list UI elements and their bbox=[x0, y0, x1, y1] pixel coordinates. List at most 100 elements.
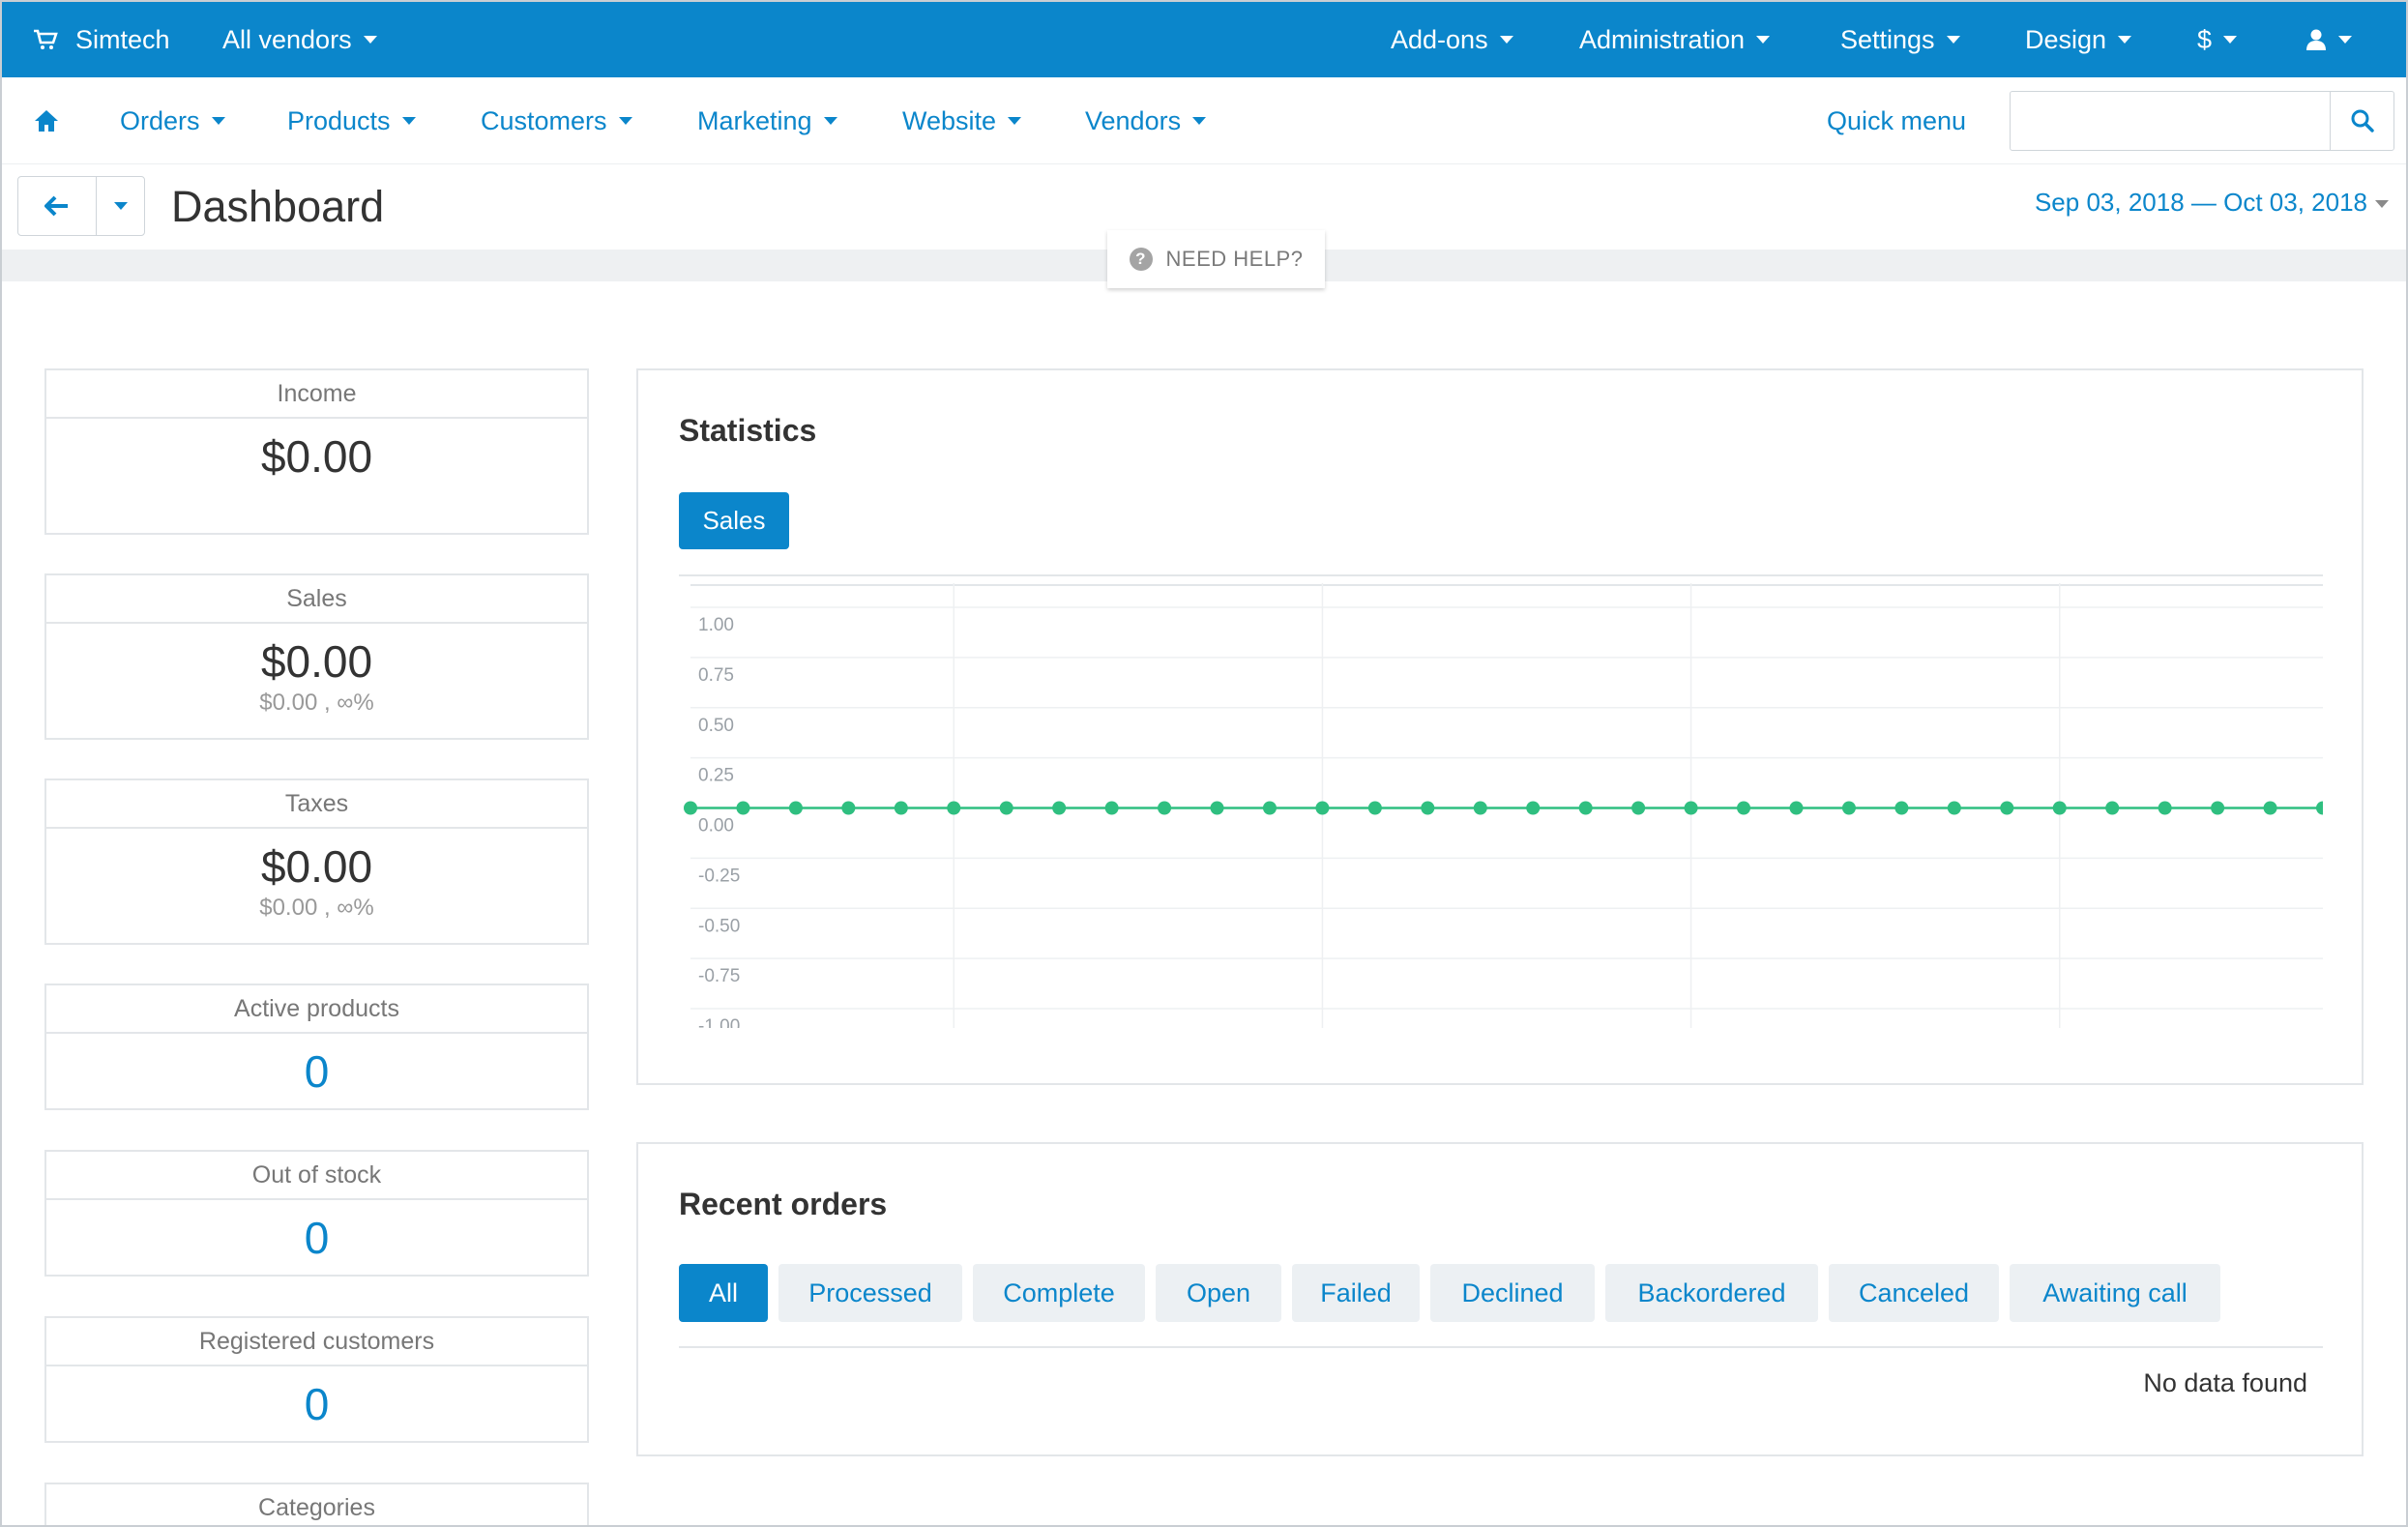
user-icon bbox=[2306, 29, 2326, 50]
question-icon: ? bbox=[1129, 248, 1153, 271]
sales-data-point bbox=[1104, 801, 1119, 815]
quick-menu-link[interactable]: Quick menu bbox=[1827, 77, 1966, 164]
categories-card: Categories bbox=[44, 1483, 589, 1525]
vendor-selector[interactable]: All vendors bbox=[222, 2, 377, 77]
need-help-button[interactable]: ? NEED HELP? bbox=[1107, 230, 1325, 288]
sales-data-point bbox=[1631, 801, 1646, 815]
nav-orders[interactable]: Orders bbox=[120, 77, 225, 164]
top-bar: Simtech All vendors Add-ons Administrati… bbox=[2, 2, 2406, 77]
filter-failed[interactable]: Failed bbox=[1292, 1264, 1420, 1322]
y-tick-label: -0.75 bbox=[698, 966, 740, 986]
date-range-picker[interactable]: Sep 03, 2018 — Oct 03, 2018 bbox=[2035, 188, 2389, 218]
search-icon bbox=[2351, 109, 2374, 132]
menu-design[interactable]: Design bbox=[2025, 2, 2132, 77]
sales-data-point bbox=[947, 801, 961, 815]
brand-link[interactable]: Simtech bbox=[33, 2, 170, 77]
search-button[interactable] bbox=[2330, 92, 2393, 150]
chevron-down-icon bbox=[823, 117, 837, 125]
recent-orders-title: Recent orders bbox=[679, 1187, 888, 1221]
home-icon bbox=[35, 110, 58, 132]
sales-data-point bbox=[1894, 801, 1909, 815]
taxes-label: Taxes bbox=[46, 780, 587, 829]
cart-icon bbox=[34, 29, 58, 49]
currency-selector[interactable]: $ bbox=[2197, 2, 2238, 77]
recent-orders-panel: Recent orders All Processed Complete Open Fa… bbox=[636, 1142, 2364, 1456]
filter-open[interactable]: Open bbox=[1156, 1264, 1281, 1322]
sales-data-point bbox=[1789, 801, 1804, 815]
chevron-down-icon bbox=[2338, 36, 2352, 44]
statistics-title: Statistics bbox=[679, 413, 817, 448]
page-title: Dashboard bbox=[171, 182, 385, 231]
out-of-stock-link[interactable]: 0 bbox=[46, 1212, 587, 1264]
sales-data-point bbox=[1947, 801, 1961, 815]
app-window: Simtech All vendors Add-ons Administrati… bbox=[0, 0, 2408, 1527]
nav-marketing[interactable]: Marketing bbox=[697, 77, 837, 164]
sales-data-point bbox=[684, 801, 697, 815]
sales-data-point bbox=[2052, 801, 2067, 815]
active-products-card: Active products 0 bbox=[44, 984, 589, 1110]
sales-label: Sales bbox=[46, 575, 587, 624]
menu-addons-label: Add-ons bbox=[1391, 24, 1488, 54]
sales-data-point bbox=[1158, 801, 1172, 815]
income-label: Income bbox=[46, 370, 587, 419]
order-status-filters: All Processed Complete Open Failed Declined Ba… bbox=[679, 1264, 2323, 1322]
back-button[interactable] bbox=[18, 177, 96, 235]
filter-awaiting-call[interactable]: Awaiting call bbox=[2010, 1264, 2220, 1322]
chevron-down-icon bbox=[401, 117, 416, 125]
sales-data-point bbox=[1473, 801, 1487, 815]
menu-settings-label: Settings bbox=[1840, 24, 1935, 54]
filter-backordered[interactable]: Backordered bbox=[1605, 1264, 1818, 1322]
sales-data-point bbox=[2000, 801, 2014, 815]
nav-website[interactable]: Website bbox=[902, 77, 1022, 164]
sales-data-point bbox=[1315, 801, 1330, 815]
menu-addons[interactable]: Add-ons bbox=[1391, 2, 1513, 77]
filter-processed[interactable]: Processed bbox=[778, 1264, 962, 1322]
nav-vendors[interactable]: Vendors bbox=[1085, 77, 1207, 164]
filter-canceled[interactable]: Canceled bbox=[1829, 1264, 1999, 1322]
sales-data-point bbox=[1052, 801, 1067, 815]
home-link[interactable] bbox=[34, 77, 59, 164]
date-range-label: Sep 03, 2018 — Oct 03, 2018 bbox=[2034, 188, 2367, 217]
chevron-down-icon bbox=[2223, 36, 2238, 44]
sales-data-point bbox=[2105, 801, 2120, 815]
back-button-group bbox=[17, 176, 145, 236]
recent-orders-divider bbox=[679, 1346, 2323, 1348]
chevron-down-icon bbox=[1008, 117, 1022, 125]
sales-data-point bbox=[2316, 801, 2323, 815]
sales-sub-value: $0.00 , ∞% bbox=[259, 690, 374, 716]
back-dropdown-button[interactable] bbox=[96, 177, 144, 235]
y-tick-label: -0.50 bbox=[698, 916, 740, 936]
search-box bbox=[2010, 91, 2394, 151]
income-card: Income $0.00 bbox=[44, 368, 589, 535]
nav-customers[interactable]: Customers bbox=[481, 77, 632, 164]
menu-administration[interactable]: Administration bbox=[1579, 2, 1771, 77]
sales-tab[interactable]: Sales bbox=[679, 492, 789, 549]
chevron-down-icon bbox=[2118, 36, 2132, 44]
filter-complete[interactable]: Complete bbox=[973, 1264, 1145, 1322]
chevron-down-icon bbox=[618, 117, 632, 125]
sales-data-point bbox=[2211, 801, 2225, 815]
sales-data-point bbox=[1841, 801, 1856, 815]
user-menu[interactable] bbox=[2305, 2, 2352, 77]
nav-products[interactable]: Products bbox=[287, 77, 416, 164]
sales-value: $0.00 bbox=[260, 636, 373, 687]
active-products-link[interactable]: 0 bbox=[46, 1045, 587, 1098]
y-tick-label: 0.75 bbox=[698, 665, 734, 686]
filter-declined[interactable]: Declined bbox=[1430, 1264, 1595, 1322]
main-nav: Orders Products Customers Marketing Webs… bbox=[2, 77, 2406, 164]
sales-data-point bbox=[1578, 801, 1593, 815]
registered-customers-link[interactable]: 0 bbox=[46, 1378, 587, 1430]
nav-website-label: Website bbox=[902, 105, 997, 135]
sales-line-chart: 1.00 0.75 0.50 0.25 0.00 -0.25 -0.50 -0.75 -1.00… bbox=[684, 583, 2323, 1028]
menu-settings[interactable]: Settings bbox=[1840, 2, 1960, 77]
nav-marketing-label: Marketing bbox=[697, 105, 812, 135]
income-value: $0.00 bbox=[260, 431, 373, 482]
need-help-label: NEED HELP? bbox=[1165, 247, 1304, 271]
sales-data-point bbox=[1210, 801, 1224, 815]
filter-all[interactable]: All bbox=[679, 1264, 768, 1322]
search-input[interactable] bbox=[2011, 92, 2332, 150]
currency-label: $ bbox=[2197, 24, 2213, 54]
y-tick-label: 0.25 bbox=[698, 766, 734, 786]
taxes-card: Taxes $0.00 $0.00 , ∞% bbox=[44, 778, 589, 945]
y-tick-label: 1.00 bbox=[698, 615, 734, 635]
